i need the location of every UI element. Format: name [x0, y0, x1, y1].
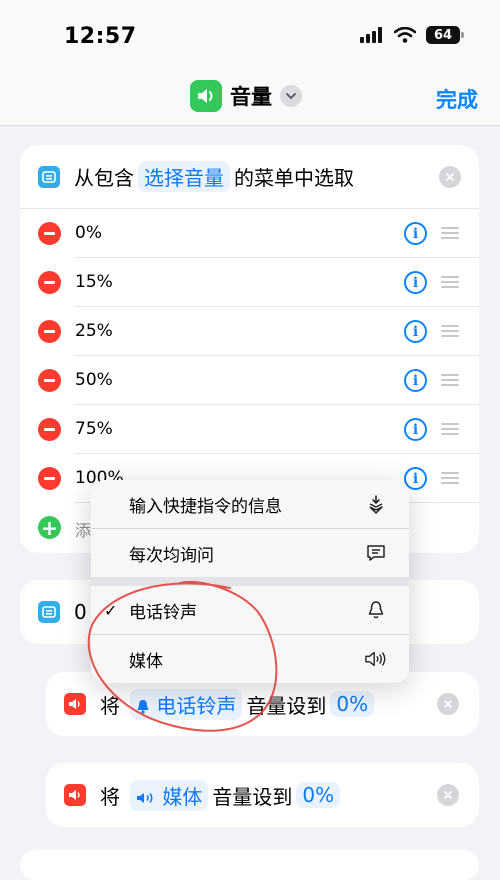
drag-handle-icon[interactable]: [441, 472, 459, 484]
popup-item-label: 输入快捷指令的信息: [129, 496, 282, 517]
speaker-icon: [137, 792, 153, 803]
close-icon[interactable]: [439, 166, 461, 188]
close-icon[interactable]: [437, 784, 459, 806]
volume-action-icon: [64, 693, 86, 715]
cellular-signal-icon: [360, 27, 382, 43]
volume-type-token[interactable]: 媒体: [130, 779, 209, 811]
popup-item-label: 媒体: [129, 651, 163, 672]
volume-value-token[interactable]: 0%: [330, 691, 375, 717]
menu-option-label[interactable]: 0%: [75, 209, 389, 258]
speaker-icon: [365, 648, 387, 670]
chevron-down-icon[interactable]: [280, 85, 302, 107]
set-volume-action: 将 媒体 音量设到 0%: [46, 763, 479, 827]
delete-option-button[interactable]: [38, 418, 61, 441]
menu-option-row: 75% i: [20, 405, 479, 454]
info-icon[interactable]: i: [404, 320, 427, 343]
volume-type-popup-menu: 输入快捷指令的信息 每次均询问 ✓ 电话铃声 媒体: [91, 480, 409, 683]
menu-case-label: 0: [74, 600, 87, 624]
popup-item-ask-each-time[interactable]: 每次均询问: [91, 529, 409, 577]
wifi-icon: [394, 27, 416, 43]
next-action-card: [20, 850, 479, 880]
menu-prompt-suffix: 的菜单中选取: [234, 166, 354, 190]
menu-prompt-prefix: 从包含: [74, 166, 134, 190]
delete-option-button[interactable]: [38, 222, 61, 245]
status-time: 12:57: [64, 24, 137, 49]
menu-action-text: 从包含 选择音量 的菜单中选取: [74, 161, 354, 192]
menu-action-header: 从包含 选择音量 的菜单中选取: [20, 145, 479, 209]
volume-type-label: 媒体: [162, 784, 203, 809]
add-option-label: 添: [75, 521, 92, 540]
volume-value-token[interactable]: 0%: [296, 782, 341, 808]
status-icons: 64: [360, 26, 464, 44]
status-bar: 12:57 64: [0, 0, 500, 70]
popup-item-shortcut-input[interactable]: 输入快捷指令的信息: [91, 480, 409, 528]
battery-indicator: 64: [426, 26, 464, 44]
bell-icon: [365, 599, 387, 621]
menu-option-row: 50% i: [20, 356, 479, 405]
shortcut-title-menu[interactable]: 音量: [190, 80, 302, 112]
menu-prompt-token[interactable]: 选择音量: [138, 161, 230, 192]
popup-item-label: 电话铃声: [129, 602, 197, 623]
popup-item-ringtone[interactable]: ✓ 电话铃声: [91, 586, 409, 634]
menu-option-label[interactable]: 75%: [75, 405, 389, 454]
volume-type-token[interactable]: 电话铃声: [130, 688, 243, 720]
action-prefix: 将: [100, 784, 120, 809]
action-middle: 音量设到: [246, 693, 327, 718]
close-icon[interactable]: [437, 693, 459, 715]
drag-handle-icon[interactable]: [441, 325, 459, 337]
info-icon[interactable]: i: [404, 222, 427, 245]
menu-option-label[interactable]: 15%: [75, 258, 389, 307]
drag-handle-icon[interactable]: [441, 374, 459, 386]
drag-handle-icon[interactable]: [441, 276, 459, 288]
page-title: 音量: [230, 85, 272, 109]
action-prefix: 将: [100, 693, 120, 718]
delete-option-button[interactable]: [38, 320, 61, 343]
delete-option-button[interactable]: [38, 271, 61, 294]
menu-option-row: 15% i: [20, 258, 479, 307]
drag-handle-icon[interactable]: [441, 227, 459, 239]
volume-action-icon: [64, 784, 86, 806]
delete-option-button[interactable]: [38, 467, 61, 490]
popup-item-media[interactable]: 媒体: [91, 635, 409, 683]
menu-option-row: 0% i: [20, 209, 479, 258]
bell-icon: [137, 699, 149, 714]
done-button[interactable]: 完成: [436, 84, 478, 114]
navigation-bar: 音量 完成: [0, 70, 500, 126]
volume-app-icon: [190, 80, 222, 112]
checkmark-icon: ✓: [104, 600, 118, 620]
delete-option-button[interactable]: [38, 369, 61, 392]
volume-type-label: 电话铃声: [156, 693, 237, 718]
add-option-icon[interactable]: +: [38, 516, 61, 539]
popup-item-label: 每次均询问: [129, 545, 214, 566]
ask-each-time-icon: [365, 542, 387, 564]
info-icon[interactable]: i: [404, 418, 427, 441]
menu-option-label[interactable]: 25%: [75, 307, 389, 356]
menu-action-icon: [38, 165, 60, 188]
drag-handle-icon[interactable]: [441, 423, 459, 435]
shortcut-input-icon: [365, 493, 387, 515]
menu-action-icon: [38, 601, 60, 623]
menu-option-label[interactable]: 50%: [75, 356, 389, 405]
info-icon[interactable]: i: [404, 369, 427, 392]
info-icon[interactable]: i: [404, 271, 427, 294]
action-middle: 音量设到: [212, 784, 293, 809]
menu-option-row: 25% i: [20, 307, 479, 356]
